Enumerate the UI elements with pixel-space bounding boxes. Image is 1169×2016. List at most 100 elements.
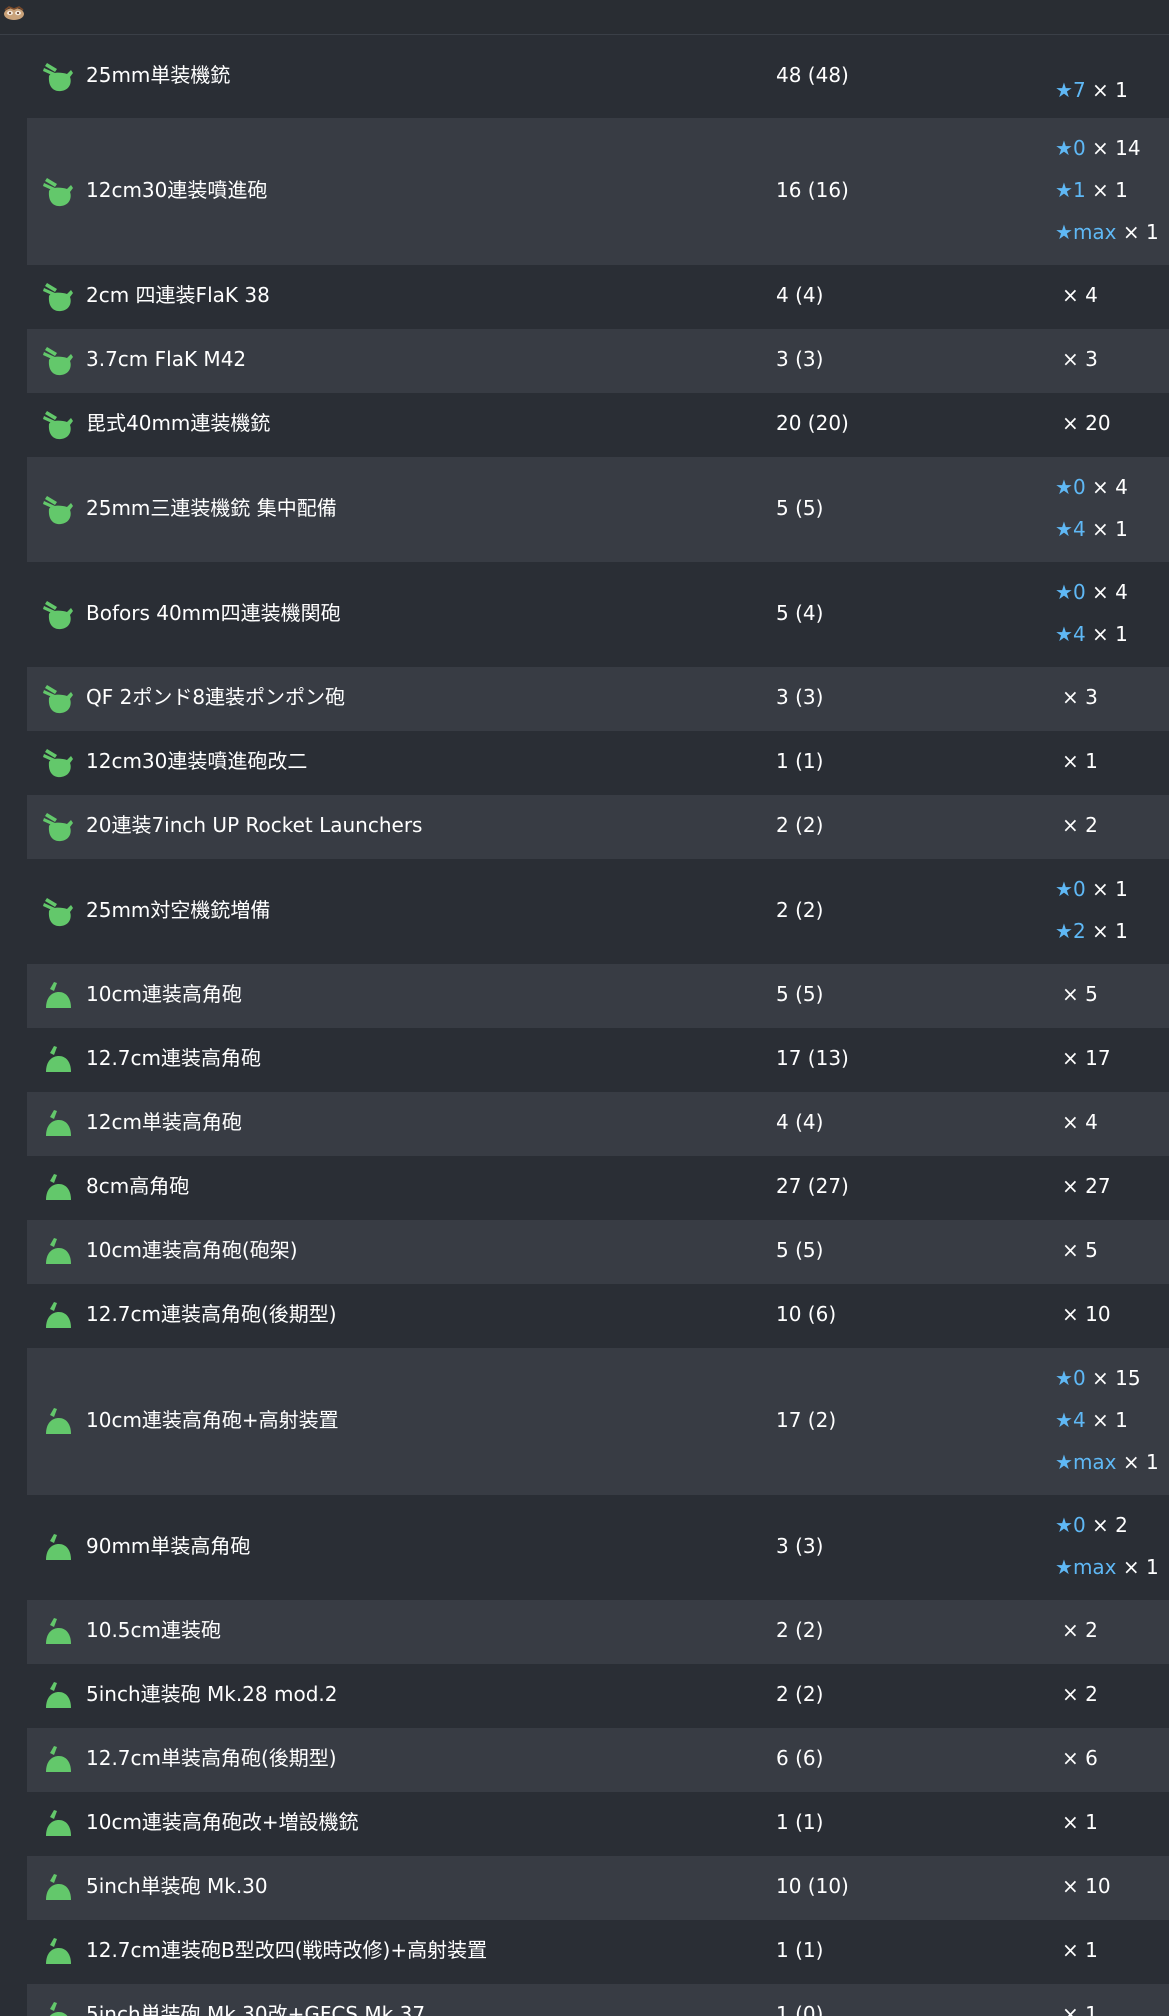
- equipment-count: 5 (5): [776, 495, 824, 520]
- improvement-entry: ★max × 1: [1055, 219, 1159, 245]
- equipment-count: 1 (1): [776, 749, 824, 773]
- table-row[interactable]: 3.7cm FlaK M42 3 (3) × 3: [27, 329, 1169, 393]
- table-row[interactable]: 10cm連装高角砲+高射装置 17 (2) ★0 × 15 ★4 × 1 ★max × …: [27, 1348, 1169, 1495]
- improvement-list: × 4: [1055, 1092, 1169, 1156]
- table-row[interactable]: 5inch単装砲 Mk.30 10 (10) × 10: [27, 1856, 1169, 1920]
- table-row[interactable]: 25mm対空機銃増備 2 (2) ★0 × 1 ★2 × 1: [27, 859, 1169, 964]
- improvement-list: × 6: [1055, 1728, 1169, 1792]
- improvement-list: × 20: [1055, 393, 1169, 457]
- star-icon: ★: [1055, 579, 1073, 604]
- equipment-count: 1 (0): [776, 2002, 824, 2016]
- improvement-level: max: [1072, 1554, 1117, 1579]
- equipment-count: 17 (2): [776, 1407, 837, 1432]
- equipment-name: 90mm単装高角砲: [86, 1533, 251, 1558]
- table-row[interactable]: 12cm30連装噴進砲改二 1 (1) × 1: [27, 731, 1169, 795]
- app-logo-icon[interactable]: [2, 3, 26, 23]
- improvement-entry: ★4 × 1: [1055, 1407, 1128, 1433]
- equipment-count: 20 (20): [776, 411, 849, 435]
- equipment-count: 48 (48): [776, 62, 849, 87]
- improvement-entry: ★0 × 4: [1055, 579, 1128, 605]
- star-icon: ★: [1055, 177, 1073, 202]
- improvement-quantity: × 1: [1062, 2002, 1098, 2016]
- aa-gun-icon: [43, 685, 73, 714]
- high-angle-gun-icon: [46, 1533, 71, 1560]
- equipment-name: 25mm三連装機銃 集中配備: [86, 495, 337, 520]
- improvement-entry: × 1: [1055, 1937, 1098, 1963]
- improvement-quantity: × 2: [1085, 1512, 1128, 1537]
- table-row[interactable]: 8cm高角砲 27 (27) × 27: [27, 1156, 1169, 1220]
- high-angle-gun-icon: [49, 2002, 68, 2016]
- improvement-list: × 2: [1055, 1664, 1169, 1728]
- improvement-quantity: × 1: [1085, 516, 1128, 541]
- equipment-count: 2 (2): [776, 1618, 824, 1642]
- table-row[interactable]: 12.7cm連装砲B型改四(戦時改修)+高射装置 1 (1) × 1: [27, 1920, 1169, 1984]
- table-row[interactable]: 毘式40mm連装機銃 20 (20) × 20: [27, 393, 1169, 457]
- improvement-list: × 3: [1055, 667, 1169, 731]
- table-row[interactable]: 10.5cm連装砲 2 (2) × 2: [27, 1600, 1169, 1664]
- improvement-quantity: × 2: [1062, 1618, 1098, 1642]
- improvement-list: × 5: [1055, 1220, 1169, 1284]
- equipment-name: 12cm30連装噴進砲: [86, 177, 268, 202]
- table-row[interactable]: 2cm 四連装FlaK 38 4 (4) × 4: [27, 265, 1169, 329]
- aa-gun-icon: [43, 283, 73, 312]
- table-row[interactable]: 12cm30連装噴進砲 16 (16) ★0 × 14 ★1 × 1 ★max × 1: [27, 118, 1169, 265]
- star-icon: ★: [1055, 516, 1073, 541]
- improvement-quantity: × 1: [1085, 876, 1128, 901]
- table-row[interactable]: 5inch連装砲 Mk.28 mod.2 2 (2) × 2: [27, 1664, 1169, 1728]
- equipment-name: 5inch連装砲 Mk.28 mod.2: [86, 1682, 338, 1706]
- improvement-quantity: × 1: [1085, 918, 1128, 943]
- improvement-entry: × 20: [1055, 410, 1111, 436]
- table-row[interactable]: 12.7cm連装高角砲(後期型) 10 (6) × 10: [27, 1284, 1169, 1348]
- equipment-count: 16 (16): [776, 177, 849, 202]
- improvement-quantity: × 14: [1085, 135, 1141, 160]
- high-angle-gun-icon: [46, 1238, 71, 1264]
- table-row[interactable]: 10cm連装高角砲 5 (5) × 5: [27, 964, 1169, 1028]
- improvement-level: 7: [1072, 78, 1086, 102]
- improvement-entry: × 17: [1055, 1045, 1111, 1071]
- improvement-entry: ★7 × 1: [1055, 77, 1128, 103]
- table-row[interactable]: Bofors 40mm四連装機関砲 5 (4) ★0 × 4 ★4 × 1: [27, 562, 1169, 667]
- table-row[interactable]: 5inch単装砲 Mk.30改+GFCS Mk.37 1 (0) × 1: [27, 1984, 1169, 2016]
- improvement-quantity: × 1: [1116, 1554, 1159, 1579]
- table-row[interactable]: QF 2ポンド8連装ポンポン砲 3 (3) × 3: [27, 667, 1169, 731]
- improvement-entry: ★0 × 1: [1055, 876, 1128, 902]
- equipment-name: 12.7cm単装高角砲(後期型): [86, 1746, 337, 1770]
- improvement-level: 4: [1072, 516, 1086, 541]
- table-row[interactable]: 90mm単装高角砲 3 (3) ★0 × 2 ★max × 1: [27, 1495, 1169, 1600]
- improvement-list: × 17: [1055, 1028, 1169, 1092]
- star-icon: ★: [1055, 135, 1073, 160]
- aa-gun-icon: [43, 347, 73, 376]
- high-angle-gun-icon: [46, 1938, 71, 1964]
- star-icon: ★: [1055, 474, 1073, 499]
- improvement-level: 0: [1072, 474, 1086, 499]
- table-row[interactable]: 10cm連装高角砲(砲架) 5 (5) × 5: [27, 1220, 1169, 1284]
- star-icon: ★: [1055, 219, 1073, 244]
- improvement-list: × 3: [1055, 329, 1169, 393]
- star-icon: ★: [1055, 1554, 1073, 1579]
- improvement-entry: × 27: [1055, 1173, 1111, 1199]
- table-row[interactable]: 12cm単装高角砲 4 (4) × 4: [27, 1092, 1169, 1156]
- high-angle-gun-icon: [46, 1407, 71, 1434]
- table-row[interactable]: 25mm三連装機銃 集中配備 5 (5) ★0 × 4 ★4 × 1: [27, 457, 1169, 562]
- improvement-entry: × 1: [1055, 2001, 1098, 2016]
- equipment-count: 4 (4): [776, 283, 824, 307]
- table-row[interactable]: 20連装7inch UP Rocket Launchers 2 (2) × 2: [27, 795, 1169, 859]
- table-row[interactable]: 10cm連装高角砲改+増設機銃 1 (1) × 1: [27, 1792, 1169, 1856]
- aa-gun-icon: [43, 897, 73, 926]
- equipment-name: 3.7cm FlaK M42: [86, 347, 247, 371]
- improvement-quantity: × 1: [1116, 1449, 1159, 1474]
- table-row[interactable]: 12.7cm連装高角砲 17 (13) × 17: [27, 1028, 1169, 1092]
- improvement-entry: × 4: [1055, 1109, 1098, 1135]
- equipment-name: 5inch単装砲 Mk.30: [86, 1874, 268, 1898]
- table-row[interactable]: 25mm単装機銃 48 (48) ★7 × 1: [27, 35, 1169, 118]
- improvement-quantity: × 27: [1062, 1174, 1111, 1198]
- improvement-quantity: × 2: [1062, 813, 1098, 837]
- improvement-list: × 2: [1055, 1600, 1169, 1664]
- improvement-entry: × 3: [1055, 346, 1098, 372]
- top-bar: [0, 0, 1169, 35]
- equipment-name: Bofors 40mm四連装機関砲: [86, 600, 341, 625]
- improvement-quantity: × 1: [1062, 749, 1098, 773]
- table-row[interactable]: 12.7cm単装高角砲(後期型) 6 (6) × 6: [27, 1728, 1169, 1792]
- high-angle-gun-icon: [46, 1874, 71, 1900]
- equipment-count: 6 (6): [776, 1746, 824, 1770]
